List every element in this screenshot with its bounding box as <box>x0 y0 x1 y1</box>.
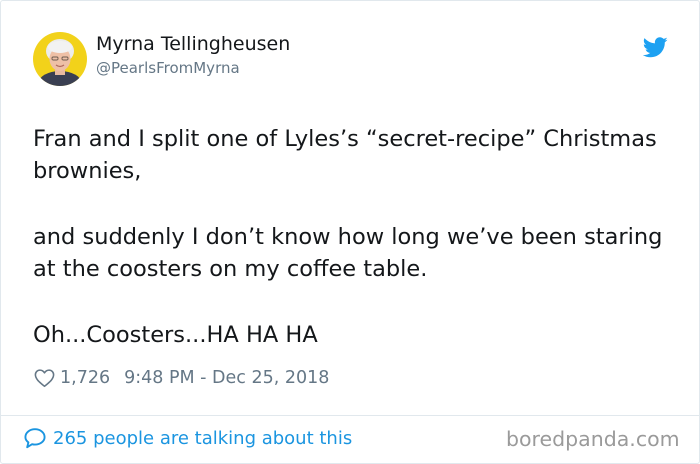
tweet-meta: 1,726 9:48 PM - Dec 25, 2018 <box>34 366 329 390</box>
tweet-paragraph: Oh...Coosters...HA HA HA <box>33 322 318 348</box>
author-name[interactable]: Myrna Tellingheusen <box>96 33 290 55</box>
heart-icon[interactable] <box>34 368 55 388</box>
tweet-text: Fran and I split one of Lyles’s “secret-… <box>33 123 673 351</box>
tweet-timestamp[interactable]: 9:48 PM - Dec 25, 2018 <box>124 368 329 388</box>
avatar[interactable] <box>33 32 87 86</box>
speech-bubble-icon <box>24 428 46 449</box>
watermark: boredpanda.com <box>506 427 680 451</box>
conversation-text[interactable]: 265 people are talking about this <box>53 428 352 449</box>
tweet-card: Myrna Tellingheusen @PearlsFromMyrna Fra… <box>0 0 700 464</box>
tweet-paragraph: and suddenly I don’t know how long we’ve… <box>33 224 663 282</box>
twitter-bird-icon[interactable] <box>643 37 668 58</box>
like-count[interactable]: 1,726 <box>60 368 110 388</box>
conversation-link[interactable]: 265 people are talking about this <box>23 427 352 449</box>
author-handle[interactable]: @PearlsFromMyrna <box>96 59 240 77</box>
divider <box>1 415 700 416</box>
avatar-image <box>33 32 87 86</box>
tweet-paragraph: Fran and I split one of Lyles’s “secret-… <box>33 126 657 184</box>
